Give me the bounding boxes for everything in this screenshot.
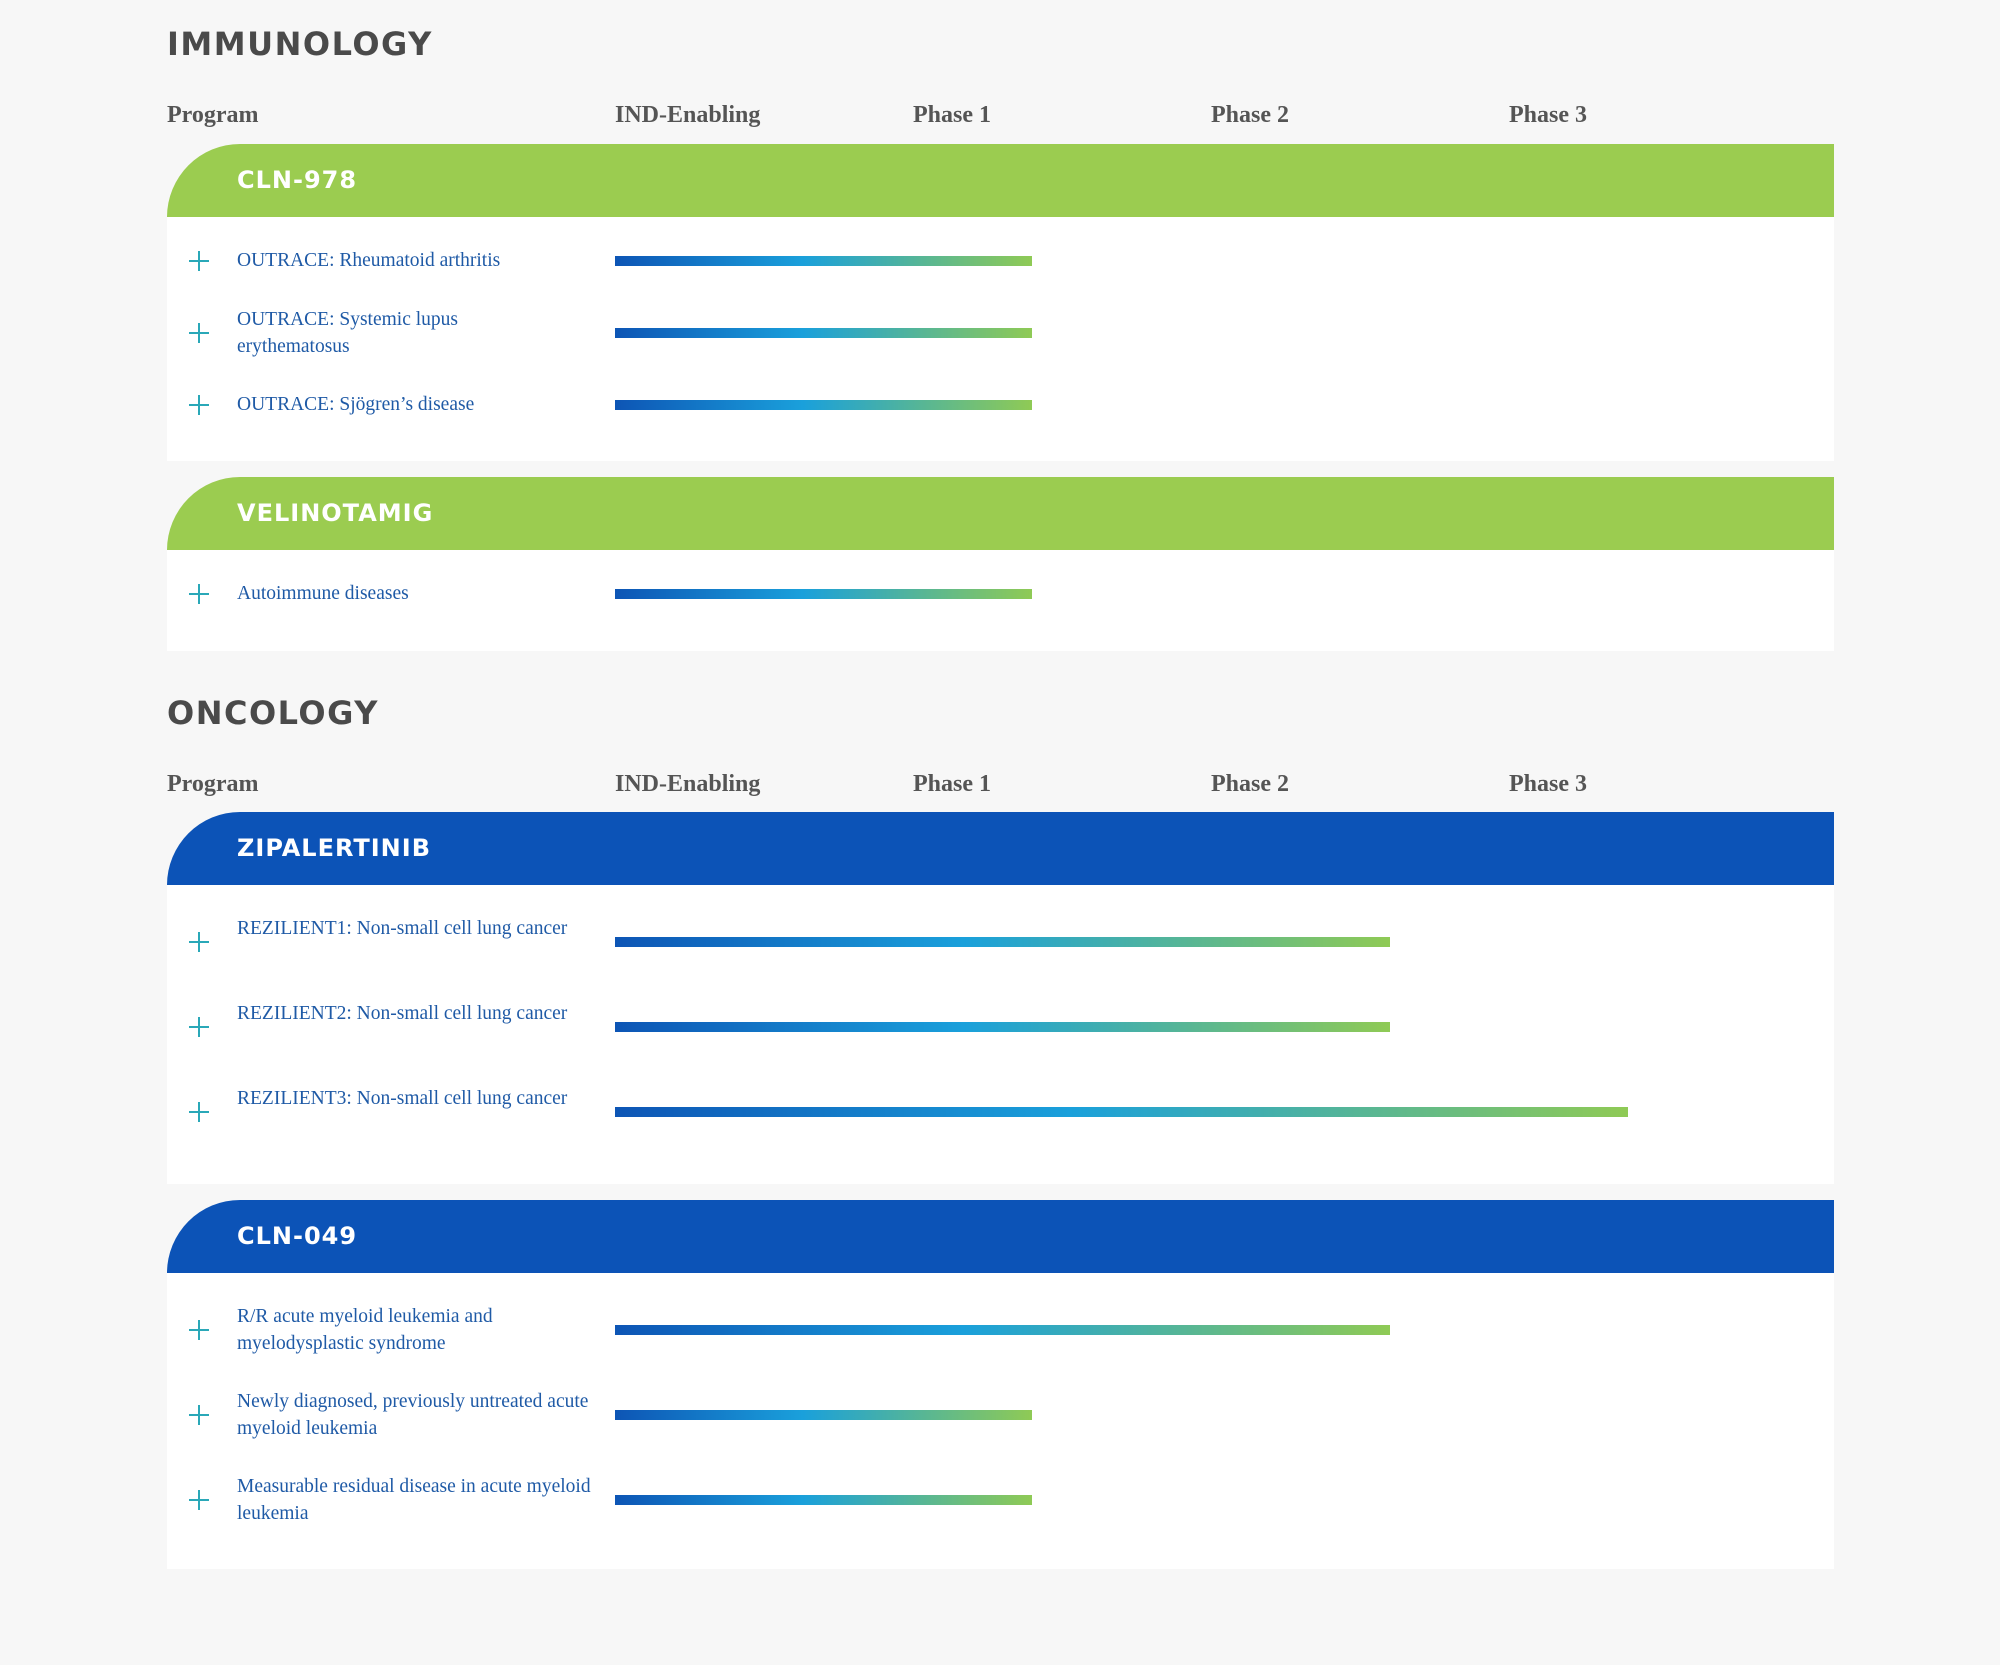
indication-row[interactable]: REZILIENT2: Non-small cell lung cancer	[167, 984, 1834, 1069]
program-name: CLN-978	[237, 166, 358, 194]
indication-label: OUTRACE: Systemic lupus erythematosus	[237, 309, 459, 357]
column-header-program: Program	[167, 102, 259, 128]
progress-bar	[615, 1325, 1390, 1335]
program-indications: R/R acute myeloid leukemia and myelodysp…	[167, 1273, 1834, 1569]
indication-row[interactable]: Measurable residual disease in acute mye…	[167, 1457, 1834, 1542]
program-indications: Autoimmune diseases	[167, 550, 1834, 651]
indication-row[interactable]: REZILIENT1: Non-small cell lung cancer	[167, 899, 1834, 984]
progress-bar	[615, 400, 1032, 410]
expand-plus-icon[interactable]	[189, 1320, 209, 1340]
program-indications: OUTRACE: Rheumatoid arthritis OUTRACE: S…	[167, 217, 1834, 461]
expand-plus-icon[interactable]	[189, 251, 209, 271]
column-header-ind-enabling: IND-Enabling	[615, 771, 761, 797]
expand-plus-icon[interactable]	[189, 1017, 209, 1037]
expand-plus-icon[interactable]	[189, 1102, 209, 1122]
program-header-band: VELINOTAMIG	[167, 477, 1834, 550]
indication-row[interactable]: OUTRACE: Sjögren’s disease	[167, 375, 1834, 435]
column-header-program: Program	[167, 771, 259, 797]
expand-plus-icon[interactable]	[189, 932, 209, 952]
indication-row[interactable]: Autoimmune diseases	[167, 564, 1834, 624]
indication-label: OUTRACE: Sjögren’s disease	[237, 394, 475, 415]
indication-label: Autoimmune diseases	[237, 583, 409, 604]
column-header-phase-2: Phase 2	[1211, 771, 1289, 797]
indication-row[interactable]: Newly diagnosed, previously untreated ac…	[167, 1372, 1834, 1457]
program-name: VELINOTAMIG	[237, 499, 434, 527]
indication-label: REZILIENT3: Non-small cell lung cancer	[237, 1088, 568, 1109]
section-title: ONCOLOGY	[167, 694, 379, 732]
indication-label: REZILIENT1: Non-small cell lung cancer	[237, 918, 568, 939]
indication-row[interactable]: OUTRACE: Systemic lupus erythematosus	[167, 291, 1834, 375]
expand-plus-icon[interactable]	[189, 1490, 209, 1510]
expand-plus-icon[interactable]	[189, 395, 209, 415]
indication-label: R/R acute myeloid leukemia and myelodysp…	[237, 1306, 493, 1354]
progress-bar	[615, 589, 1032, 599]
progress-bar	[615, 256, 1032, 266]
column-header-phase-2: Phase 2	[1211, 102, 1289, 128]
progress-bar	[615, 1495, 1032, 1505]
progress-bar	[615, 328, 1032, 338]
progress-bar	[615, 1410, 1032, 1420]
expand-plus-icon[interactable]	[189, 584, 209, 604]
indication-label: Newly diagnosed, previously untreated ac…	[237, 1391, 589, 1439]
progress-bar	[615, 937, 1390, 947]
indication-row[interactable]: OUTRACE: Rheumatoid arthritis	[167, 231, 1834, 291]
column-header-phase-3: Phase 3	[1509, 771, 1587, 797]
section-title: IMMUNOLOGY	[167, 25, 433, 63]
indication-label: REZILIENT2: Non-small cell lung cancer	[237, 1003, 568, 1024]
indication-label: OUTRACE: Rheumatoid arthritis	[237, 250, 501, 271]
column-header-phase-3: Phase 3	[1509, 102, 1587, 128]
column-header-phase-1: Phase 1	[913, 102, 991, 128]
indication-label: Measurable residual disease in acute mye…	[237, 1476, 591, 1524]
expand-plus-icon[interactable]	[189, 1405, 209, 1425]
pipeline-header: Program IND-Enabling Phase 1 Phase 2 Pha…	[167, 98, 1834, 132]
program-header-band: ZIPALERTINIB	[167, 812, 1834, 885]
program-indications: REZILIENT1: Non-small cell lung cancer R…	[167, 885, 1834, 1184]
expand-plus-icon[interactable]	[189, 323, 209, 343]
indication-row[interactable]: REZILIENT3: Non-small cell lung cancer	[167, 1069, 1834, 1154]
indication-row[interactable]: R/R acute myeloid leukemia and myelodysp…	[167, 1287, 1834, 1372]
column-header-ind-enabling: IND-Enabling	[615, 102, 761, 128]
program-name: ZIPALERTINIB	[237, 834, 431, 862]
pipeline-header: Program IND-Enabling Phase 1 Phase 2 Pha…	[167, 767, 1834, 801]
column-header-phase-1: Phase 1	[913, 771, 991, 797]
program-header-band: CLN-049	[167, 1200, 1834, 1273]
progress-bar	[615, 1107, 1628, 1117]
program-header-band: CLN-978	[167, 144, 1834, 217]
program-name: CLN-049	[237, 1222, 358, 1250]
progress-bar	[615, 1022, 1390, 1032]
